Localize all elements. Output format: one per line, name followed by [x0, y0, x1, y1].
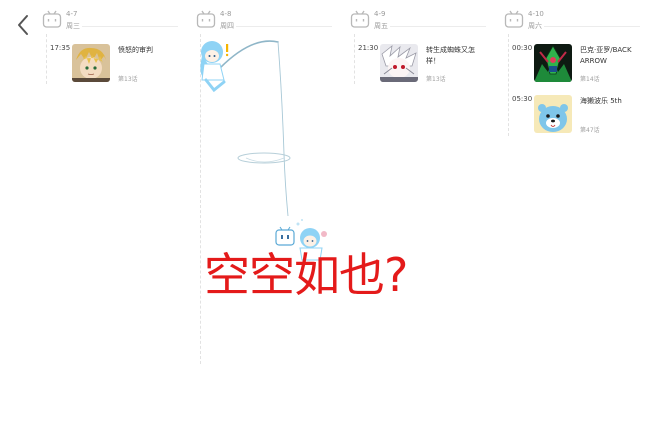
timeline-line — [354, 34, 355, 84]
anime-entry[interactable]: 17:35 愤怒的审判 第13话 — [50, 44, 190, 86]
day-date: 4-10 — [528, 10, 544, 18]
tv-icon — [196, 10, 216, 28]
day-weekday: 周六 — [528, 22, 542, 30]
anime-entry[interactable]: 05:30 海獭波乐 5th 第47话 — [512, 95, 650, 137]
day-header: 4-9 周五 — [350, 6, 500, 34]
day-weekday: 周四 — [220, 22, 234, 30]
entry-episode: 第13话 — [118, 76, 138, 83]
entry-episode: 第47话 — [580, 127, 600, 134]
entry-time: 00:30 — [512, 44, 533, 52]
day-header: 4-8 周四 — [196, 6, 346, 34]
anime-cover[interactable] — [72, 44, 110, 82]
empty-state-message: 空空如也? — [204, 248, 408, 302]
cover-art-image — [72, 44, 110, 82]
tv-icon — [504, 10, 524, 28]
anime-entry[interactable]: 00:30 巴克·亚罗/BACK ARROW 第14话 — [512, 44, 650, 86]
cover-art-image — [534, 95, 572, 133]
day-column-wed: 4-7 周三 17:35 愤怒的审判 第13话 — [42, 0, 196, 434]
tv-icon — [350, 10, 370, 28]
anime-schedule-page: 4-7 周三 17:35 愤怒的审判 第13话 4-8 周四 4-9 周五 21… — [0, 0, 650, 434]
anime-entry[interactable]: 21:30 转生成蜘蛛又怎样！ 第13话 — [358, 44, 498, 86]
cover-art-image — [380, 44, 418, 82]
day-header: 4-10 周六 — [504, 6, 650, 34]
back-button[interactable] — [14, 12, 34, 38]
anime-cover[interactable] — [380, 44, 418, 82]
anime-cover[interactable] — [534, 44, 572, 82]
timeline-line — [508, 34, 509, 136]
day-column-sat: 4-10 周六 00:30 巴克·亚罗/BACK ARROW 第14话 05:3 — [504, 0, 650, 434]
divider — [82, 26, 178, 27]
divider — [236, 26, 332, 27]
entry-episode: 第13话 — [426, 76, 446, 83]
empty-state-illustration — [190, 34, 350, 264]
divider — [390, 26, 486, 27]
entry-time: 17:35 — [50, 44, 71, 52]
day-date: 4-9 — [374, 10, 386, 18]
entry-title: 转生成蜘蛛又怎样！ — [426, 46, 475, 65]
chevron-left-icon — [18, 15, 28, 35]
day-weekday: 周三 — [66, 22, 80, 30]
entry-title: 愤怒的审判 — [118, 46, 153, 54]
timeline-line — [46, 34, 47, 84]
cover-art-image — [534, 44, 572, 82]
day-weekday: 周五 — [374, 22, 388, 30]
entry-time: 21:30 — [358, 44, 379, 52]
tv-icon — [42, 10, 62, 28]
day-column-fri: 4-9 周五 21:30 转生成蜘蛛又怎样！ 第13话 — [350, 0, 504, 434]
entry-time: 05:30 — [512, 95, 533, 103]
day-date: 4-7 — [66, 10, 78, 18]
divider — [544, 26, 640, 27]
anime-cover[interactable] — [534, 95, 572, 133]
day-date: 4-8 — [220, 10, 232, 18]
entry-episode: 第14话 — [580, 76, 600, 83]
entry-title: 海獭波乐 5th — [580, 97, 622, 105]
entry-title: 巴克·亚罗/BACK ARROW — [580, 46, 632, 65]
day-header: 4-7 周三 — [42, 6, 192, 34]
fishing-mascot-image — [200, 40, 327, 261]
